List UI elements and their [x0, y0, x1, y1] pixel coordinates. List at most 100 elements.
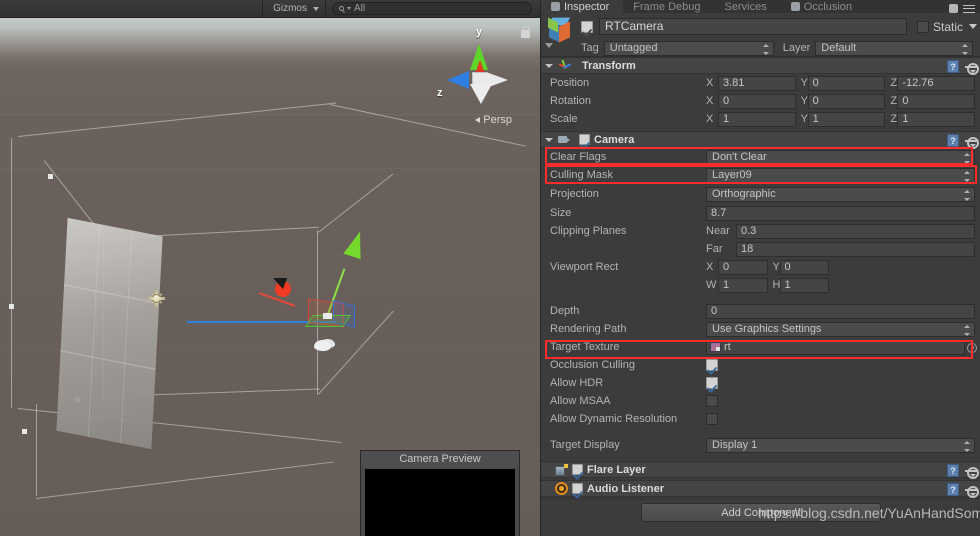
- static-toggle[interactable]: Static: [916, 19, 977, 34]
- audio-listener-component-header[interactable]: Audio Listener ?: [541, 480, 980, 498]
- size-row: Size 8.7: [541, 204, 980, 222]
- gameobject-name-row: RTCamera Static: [581, 18, 977, 35]
- projection-mode-label: Persp: [483, 114, 512, 126]
- tag-dropdown-caret-icon: [762, 43, 769, 55]
- allow-msaa-checkbox[interactable]: [706, 395, 718, 407]
- tab-services-label: Services: [724, 0, 767, 13]
- help-icon[interactable]: ?: [947, 483, 959, 496]
- tab-inspector[interactable]: Inspector: [541, 0, 624, 13]
- static-label: Static: [932, 19, 963, 34]
- rendering-path-dropdown[interactable]: Use Graphics Settings: [706, 321, 975, 337]
- culling-mask-dropdown[interactable]: Layer09: [706, 167, 975, 183]
- flare-layer-enabled-checkbox[interactable]: [572, 464, 583, 475]
- viewport-y-input[interactable]: 0: [779, 259, 829, 275]
- allow-hdr-checkbox[interactable]: [706, 377, 718, 389]
- rotation-z-input[interactable]: 0: [897, 93, 976, 109]
- move-gizmo[interactable]: [187, 223, 395, 363]
- lock-icon[interactable]: [521, 26, 530, 38]
- inspector-tabbar: Inspector Frame Debug Services Occlusion: [541, 0, 980, 13]
- viewport-w-input[interactable]: 1: [718, 277, 768, 293]
- gizmos-dropdown[interactable]: Gizmos: [263, 1, 325, 17]
- rotation-x-axis-label: X: [706, 95, 714, 107]
- viewport-rect-wh: W1 H1: [706, 277, 980, 293]
- clear-flags-dropdown[interactable]: Don't Clear: [706, 149, 975, 165]
- flare-layer-component-header[interactable]: Flare Layer ?: [541, 461, 980, 479]
- lock-toggle-icon[interactable]: [949, 4, 958, 13]
- target-display-dropdown[interactable]: Display 1: [706, 437, 975, 453]
- rotation-z-axis-label: Z: [890, 95, 898, 107]
- foldout-icon[interactable]: [545, 63, 553, 68]
- gear-icon[interactable]: [965, 135, 979, 149]
- axis-label-z: z: [437, 87, 443, 99]
- scale-vector3: X1 Y1 Z1: [706, 111, 980, 127]
- projection-mode-toggle[interactable]: Persp: [475, 114, 512, 126]
- rendering-path-caret-icon: [964, 324, 970, 336]
- gear-icon[interactable]: [965, 484, 979, 498]
- viewport-rect-label: Viewport Rect: [550, 261, 619, 273]
- tag-dropdown[interactable]: Untagged: [603, 40, 774, 56]
- scene-view-toolbar: Gizmos All: [0, 0, 540, 18]
- gizmo-center-handle[interactable]: [323, 313, 332, 319]
- camera-component-header[interactable]: Camera ?: [541, 131, 980, 149]
- scene-viewport[interactable]: y z Persp Camera Preview: [0, 18, 540, 536]
- orientation-cone-z[interactable]: [447, 71, 469, 89]
- far-input[interactable]: 18: [736, 241, 975, 257]
- help-icon[interactable]: ?: [947, 60, 959, 73]
- gear-icon[interactable]: [965, 465, 979, 479]
- gameobject-icon-caret-icon[interactable]: [545, 43, 553, 48]
- culling-mask-value: Layer09: [712, 169, 752, 181]
- depth-input[interactable]: 0: [706, 303, 975, 319]
- render-texture-quad[interactable]: [56, 217, 163, 450]
- tab-services[interactable]: Services: [715, 0, 781, 13]
- depth-label: Depth: [550, 305, 580, 317]
- rotation-x-input[interactable]: 0: [718, 93, 796, 109]
- viewport-h-label: H: [772, 279, 781, 291]
- frustum-edge: [36, 461, 334, 499]
- scale-y-input[interactable]: 1: [807, 111, 886, 127]
- camera-preview-title: Camera Preview: [361, 451, 519, 467]
- tab-frame-debug[interactable]: Frame Debug: [623, 0, 714, 13]
- allow-hdr-row: Allow HDR: [541, 374, 980, 392]
- foldout-icon[interactable]: [545, 137, 553, 142]
- rendering-path-label: Rendering Path: [550, 323, 627, 335]
- orientation-cone-minus-y[interactable]: [470, 84, 492, 104]
- viewport-x-input[interactable]: 0: [718, 259, 768, 275]
- scene-search-input[interactable]: All: [332, 2, 532, 15]
- static-chevron-down-icon[interactable]: [969, 24, 977, 29]
- size-input[interactable]: 8.7: [706, 205, 975, 221]
- gizmo-arrow-y[interactable]: [343, 228, 369, 260]
- help-icon[interactable]: ?: [947, 134, 959, 147]
- audio-listener-enabled-checkbox[interactable]: [572, 483, 583, 494]
- scale-z-input[interactable]: 1: [897, 111, 976, 127]
- help-icon[interactable]: ?: [947, 464, 959, 477]
- near-input[interactable]: 0.3: [736, 223, 975, 239]
- gameobject-enabled-checkbox[interactable]: [581, 20, 593, 33]
- target-texture-object-field[interactable]: rt: [706, 339, 977, 355]
- position-y-input[interactable]: 0: [807, 75, 886, 91]
- occlusion-culling-checkbox[interactable]: [706, 359, 718, 371]
- rotation-y-input[interactable]: 0: [807, 93, 886, 109]
- allow-dynamic-resolution-checkbox[interactable]: [706, 413, 718, 425]
- tab-occlusion[interactable]: Occlusion: [781, 0, 866, 13]
- tag-layer-row: Tag Untagged Layer Default: [581, 40, 977, 56]
- gear-icon[interactable]: [965, 61, 979, 75]
- scale-x-input[interactable]: 1: [718, 111, 796, 127]
- light-gizmo-icon[interactable]: [149, 290, 164, 307]
- position-z-input[interactable]: -12.76: [897, 75, 976, 91]
- gameobject-name-input[interactable]: RTCamera: [599, 18, 907, 35]
- menu-icon[interactable]: [963, 4, 975, 13]
- static-checkbox[interactable]: [916, 20, 929, 33]
- scene-object-cloud[interactable]: [314, 340, 331, 351]
- camera-enabled-checkbox[interactable]: [579, 134, 590, 145]
- viewport-rect-xy: X0 Y0: [706, 259, 980, 275]
- occlusion-culling-row: Occlusion Culling: [541, 356, 980, 374]
- viewport-h-input[interactable]: 1: [779, 277, 829, 293]
- toolbar-divider-2: [325, 0, 326, 18]
- transform-component-header[interactable]: Transform ?: [541, 57, 980, 75]
- object-picker-icon[interactable]: [967, 342, 977, 353]
- scale-label: Scale: [550, 113, 578, 125]
- position-x-input[interactable]: 3.81: [718, 75, 796, 91]
- projection-dropdown[interactable]: Orthographic: [706, 186, 975, 202]
- layer-dropdown[interactable]: Default: [815, 40, 973, 56]
- camera-spacer-2: [541, 428, 980, 436]
